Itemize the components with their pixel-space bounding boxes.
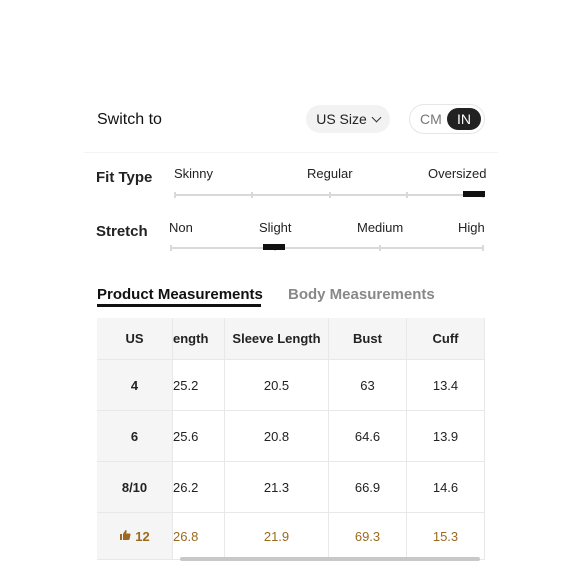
stretch-option-slight: Slight xyxy=(259,220,292,235)
table-cell: 21.9 xyxy=(225,513,329,560)
fit-option-regular: Regular xyxy=(307,166,353,181)
table-cell: 25.6 xyxy=(173,411,225,462)
table-header-bust: Bust xyxy=(329,318,407,360)
table-cell: 63 xyxy=(329,360,407,411)
stretch-track xyxy=(170,247,484,249)
table-cell: 14.6 xyxy=(407,462,485,513)
size-select-label: US Size xyxy=(316,111,367,127)
table-header-cuff: Cuff xyxy=(407,318,485,360)
stretch-option-medium: Medium xyxy=(357,220,404,235)
table-header-length: ength xyxy=(173,318,225,360)
table-cell: 66.9 xyxy=(329,462,407,513)
measurements-panel: Product Measurements Body Measurements U… xyxy=(84,270,498,560)
fit-option-oversized: Oversized xyxy=(428,166,487,181)
table-cell: 15.3 xyxy=(407,513,485,560)
stretch-option-high: High xyxy=(458,220,485,235)
stretch-option-non: Non xyxy=(169,220,193,235)
stretch-tick xyxy=(170,245,172,251)
table-cell: 13.9 xyxy=(407,411,485,462)
table-header-us: US xyxy=(97,318,173,360)
fit-tick xyxy=(251,192,253,198)
thumbs-up-icon xyxy=(119,529,131,544)
fit-panel: Fit Type Skinny Regular Oversized Stretc… xyxy=(84,152,498,262)
table-cell: 21.3 xyxy=(225,462,329,513)
table-cell: 13.4 xyxy=(407,360,485,411)
size-select[interactable]: US Size xyxy=(306,105,390,133)
stretch-tick xyxy=(379,245,381,251)
stretch-label: Stretch xyxy=(96,223,148,240)
fit-tick xyxy=(406,192,408,198)
table-header-sleeve-length: Sleeve Length xyxy=(225,318,329,360)
table-row-size: 8/10 xyxy=(97,462,173,513)
active-tab-underline xyxy=(97,304,261,307)
size-table: US ength Sleeve Length Bust Cuff 4 25.2 … xyxy=(97,318,485,560)
unit-toggle[interactable]: CM IN xyxy=(409,104,485,134)
table-row-size-recommended: 12 xyxy=(97,513,173,560)
table-cell: 64.6 xyxy=(329,411,407,462)
unit-in-option[interactable]: IN xyxy=(447,108,481,130)
fit-type-label: Fit Type xyxy=(96,169,153,186)
switch-label: Switch to xyxy=(97,111,162,128)
fit-tick xyxy=(329,192,331,198)
table-cell: 25.2 xyxy=(173,360,225,411)
fit-tick xyxy=(174,192,176,198)
table-cell: 20.8 xyxy=(225,411,329,462)
fit-type-marker xyxy=(463,191,485,197)
table-row-size: 4 xyxy=(97,360,173,411)
table-cell: 26.8 xyxy=(173,513,225,560)
recommended-size-label: 12 xyxy=(135,528,150,544)
fit-option-skinny: Skinny xyxy=(174,166,214,181)
chevron-down-icon xyxy=(371,112,382,122)
table-cell: 26.2 xyxy=(173,462,225,513)
table-cell: 20.5 xyxy=(225,360,329,411)
stretch-tick xyxy=(482,245,484,251)
table-cell: 69.3 xyxy=(329,513,407,560)
horizontal-scrollbar[interactable] xyxy=(180,557,480,561)
tab-body-measurements[interactable]: Body Measurements xyxy=(288,286,435,303)
switch-row: Switch to US Size CM IN xyxy=(84,104,498,140)
stretch-marker xyxy=(263,244,285,250)
table-row-size: 6 xyxy=(97,411,173,462)
tab-product-measurements[interactable]: Product Measurements xyxy=(97,286,263,303)
unit-cm-option[interactable]: CM xyxy=(420,111,442,127)
